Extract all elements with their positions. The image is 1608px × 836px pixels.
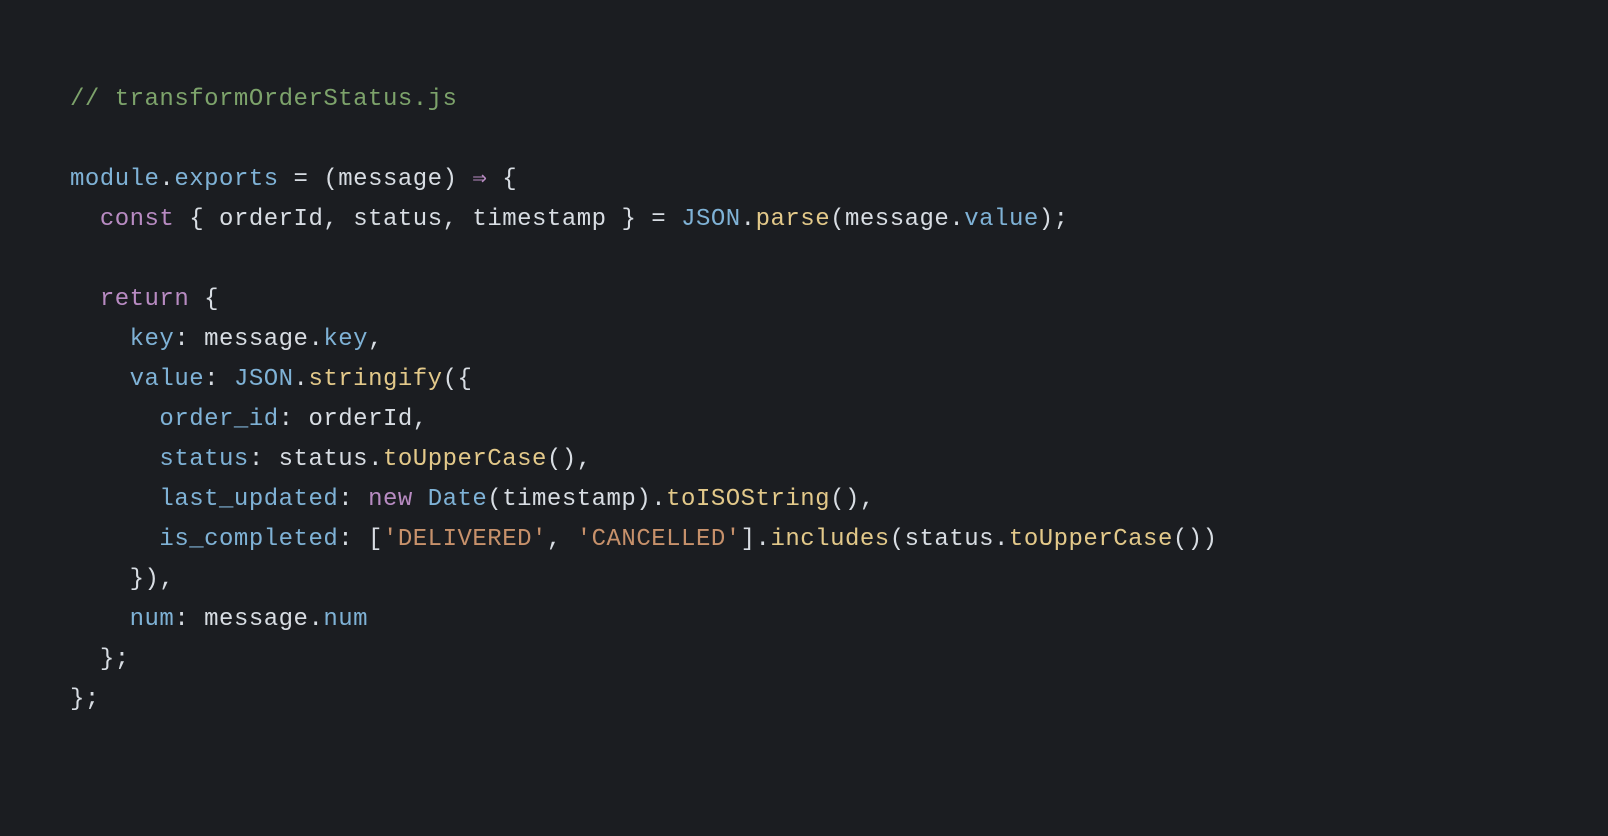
tok: }), [130,566,175,593]
tok: Date [428,486,488,513]
code-comment: // transformOrderStatus.js [70,86,457,113]
tok: (), [830,486,875,513]
tok: message [204,606,308,633]
tok: ⇒ [472,166,487,193]
tok [70,606,130,633]
tok: exports [174,166,278,193]
tok: : [279,406,309,433]
tok: stringify [308,366,442,393]
tok: status [905,526,994,553]
tok [70,366,130,393]
tok: , [443,206,473,233]
tok: . [159,166,174,193]
tok [70,566,130,593]
tok: ( [487,486,502,513]
tok: parse [756,206,831,233]
tok: 'DELIVERED' [383,526,547,553]
tok: status [279,446,368,473]
tok: key [323,326,368,353]
tok: message [845,206,949,233]
tok: { [174,206,219,233]
tok: : [249,446,279,473]
tok: order_id [159,406,278,433]
tok: : [ [338,526,383,553]
tok: : [338,486,368,513]
tok: message [204,326,308,353]
tok [70,646,100,673]
tok: ()) [1173,526,1218,553]
tok: const [100,206,175,233]
tok: status [159,446,248,473]
tok: key [130,326,175,353]
tok: toISOString [666,486,830,513]
tok: } = [607,206,682,233]
tok: JSON [681,206,741,233]
tok: value [130,366,205,393]
tok: , [413,406,428,433]
tok: orderId [219,206,323,233]
tok: status [353,206,442,233]
tok: , [323,206,353,233]
tok: JSON [234,366,294,393]
tok: timestamp [472,206,606,233]
tok: , [547,526,577,553]
tok: (), [547,446,592,473]
tok: ]. [741,526,771,553]
tok: ) [443,166,473,193]
tok: includes [770,526,889,553]
tok: : [174,326,204,353]
tok: : [174,606,204,633]
tok: timestamp [502,486,636,513]
tok [70,206,100,233]
tok: . [994,526,1009,553]
tok [70,286,100,313]
tok: num [130,606,175,633]
tok: last_updated [159,486,338,513]
tok: is_completed [159,526,338,553]
tok: { [189,286,219,313]
tok: : [204,366,234,393]
tok [70,446,159,473]
tok [70,406,159,433]
tok: { [487,166,517,193]
tok: . [368,446,383,473]
tok: value [964,206,1039,233]
tok: 'CANCELLED' [577,526,741,553]
tok: }; [70,686,100,713]
tok [70,526,159,553]
tok: ). [636,486,666,513]
tok: . [741,206,756,233]
tok: toUpperCase [1009,526,1173,553]
tok: toUpperCase [383,446,547,473]
tok: . [308,606,323,633]
tok: ); [1039,206,1069,233]
tok: message [338,166,442,193]
tok: . [949,206,964,233]
tok: ( [890,526,905,553]
tok: ( [830,206,845,233]
tok: , [368,326,383,353]
tok: module [70,166,159,193]
tok: num [323,606,368,633]
tok: return [100,286,189,313]
tok: . [308,326,323,353]
tok: = ( [279,166,339,193]
tok: orderId [308,406,412,433]
tok: . [294,366,309,393]
tok [70,326,130,353]
tok [70,486,159,513]
tok: ({ [443,366,473,393]
code-block: // transformOrderStatus.js module.export… [0,0,1608,800]
tok [413,486,428,513]
tok: new [368,486,413,513]
tok: }; [100,646,130,673]
